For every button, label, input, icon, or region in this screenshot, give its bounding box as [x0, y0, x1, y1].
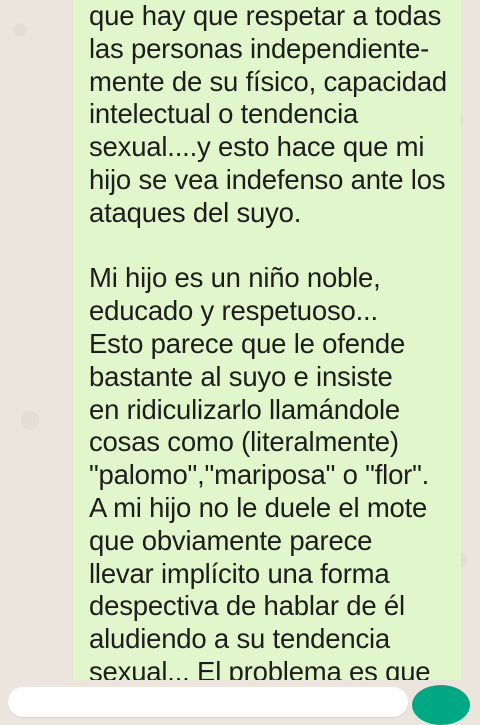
message-line: llevar implícito una forma — [89, 557, 390, 589]
message-line: educado y respetuoso... — [89, 295, 378, 327]
message-line: Mi hijo es un niño noble, — [89, 262, 381, 294]
message-line: "palomo","mariposa" o "flor". — [89, 459, 430, 491]
message-line: en ridiculizarlo llamándole — [89, 393, 401, 425]
message-line: las personas independiente- — [89, 32, 430, 64]
message-line: sexual....y esto hace que mi — [89, 131, 425, 163]
message-line: mente de su físico, capacidad — [89, 65, 448, 97]
message-line: que hay que respetar a todas — [89, 0, 442, 31]
message-line: aludiendo a su tendencia — [89, 623, 391, 655]
message-line: intelectual o tendencia — [89, 98, 359, 130]
message-line: que obviamente parece — [89, 524, 373, 556]
message-line: A mi hijo no le duele el mote — [89, 491, 428, 523]
message-line: cosas como (literalmente) — [89, 426, 399, 458]
message-line: ataques del suyo. — [89, 196, 302, 228]
outgoing-message-bubble[interactable]: que hay que respetar a todas las persona… — [73, 0, 461, 688]
chat-message-list[interactable]: que hay que respetar a todas las persona… — [0, 0, 480, 688]
message-line: Esto parece que le ofende — [89, 327, 406, 359]
message-line: hijo se vea indefenso ante los — [89, 163, 446, 195]
paragraph-break — [89, 230, 461, 263]
message-line: despectiva de hablar de él — [89, 590, 405, 622]
send-button[interactable] — [412, 685, 470, 725]
message-text: que hay que respetar a todas las persona… — [89, 0, 461, 688]
message-line: bastante al suyo e insiste — [89, 360, 393, 392]
message-input-field[interactable] — [8, 687, 408, 717]
